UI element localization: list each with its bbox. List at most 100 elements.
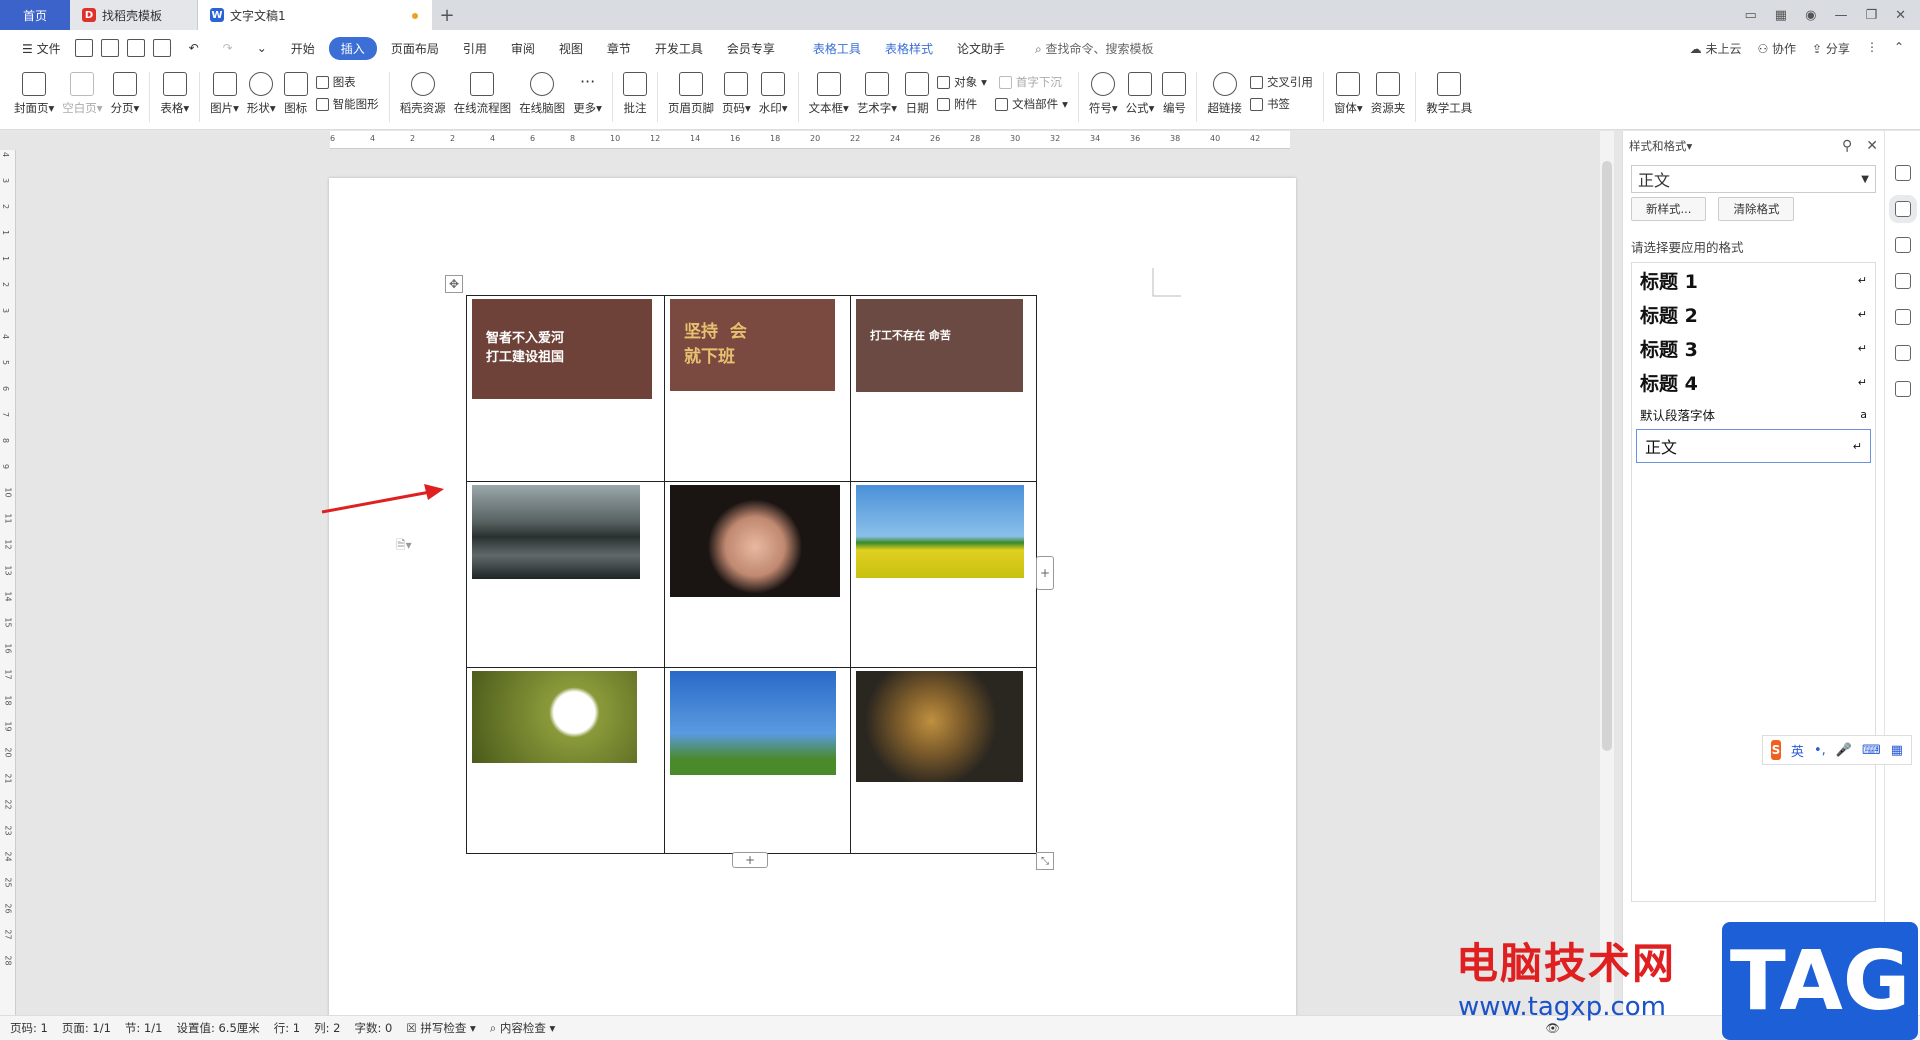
menu-member[interactable]: 会员专享: [717, 37, 785, 60]
command-search[interactable]: ⌕ 查找命令、搜索模板: [1035, 40, 1154, 57]
select-cursor-icon[interactable]: [1894, 237, 1911, 253]
collapse-ribbon-icon[interactable]: ⌃: [1894, 40, 1904, 57]
table-cell[interactable]: [850, 481, 1037, 668]
status-setting[interactable]: 设置值: 6.5厘米: [176, 1020, 259, 1036]
menu-developer[interactable]: 开发工具: [645, 37, 713, 60]
layout-icon[interactable]: ▭: [1745, 8, 1757, 23]
cell-image-leaves[interactable]: [856, 671, 1023, 782]
ime-language[interactable]: 英: [1791, 741, 1804, 760]
cell-image-portrait[interactable]: [670, 485, 840, 597]
resource-folder-button[interactable]: 资源夹: [1371, 66, 1405, 116]
share-button[interactable]: ⇪ 分享: [1812, 40, 1850, 57]
microphone-icon[interactable]: 🎤: [1836, 743, 1852, 758]
picture-button[interactable]: 图片▾: [210, 66, 239, 116]
textbox-button[interactable]: 文本框▾: [809, 66, 849, 116]
form-button[interactable]: 窗体▾: [1334, 66, 1363, 116]
cell-image-poster[interactable]: 智者不入爱河 打工建设祖国: [472, 299, 652, 399]
status-section[interactable]: 节: 1/1: [125, 1020, 163, 1036]
cover-page-button[interactable]: 封面页▾: [14, 66, 54, 116]
tab-template[interactable]: D 找稻壳模板: [70, 0, 198, 30]
ime-toolbar[interactable]: S 英 •, 🎤 ⌨ ▦: [1762, 735, 1912, 765]
style-normal[interactable]: 正文 ↵: [1636, 429, 1871, 463]
spell-check-toggle[interactable]: ☒ 拼写检查 ▾: [406, 1020, 475, 1036]
style-heading-4[interactable]: 标题 4 ↵: [1632, 365, 1875, 399]
formula-button[interactable]: 公式▾: [1126, 66, 1154, 116]
grid-icon[interactable]: ▦: [1775, 8, 1787, 23]
table-cell[interactable]: [664, 481, 851, 668]
mindmap-button[interactable]: 在线脑图: [519, 66, 565, 116]
new-tab-button[interactable]: +: [432, 0, 462, 30]
pin-icon[interactable]: ⚲: [1842, 138, 1852, 154]
table-cell[interactable]: [664, 667, 851, 854]
wordart-button[interactable]: 艺术字▾: [857, 66, 897, 116]
undo-icon[interactable]: ↶: [179, 38, 209, 58]
status-pages[interactable]: 页面: 1/1: [62, 1020, 111, 1036]
table-cell[interactable]: [466, 481, 665, 668]
style-default-font[interactable]: 默认段落字体 a: [1632, 399, 1875, 429]
panel-close-icon[interactable]: ✕: [1866, 138, 1878, 154]
status-col[interactable]: 列: 2: [314, 1020, 340, 1036]
hyperlink-button[interactable]: 超链接: [1207, 66, 1242, 116]
menu-review[interactable]: 审阅: [501, 37, 545, 60]
menu-view[interactable]: 视图: [549, 37, 593, 60]
icon-library-button[interactable]: 图标: [283, 66, 308, 116]
style-heading-1[interactable]: 标题 1 ↵: [1632, 263, 1875, 297]
docer-resource-button[interactable]: 稻壳资源: [400, 66, 446, 116]
cell-image-daisy[interactable]: [472, 671, 637, 763]
save-icon[interactable]: [74, 39, 93, 57]
minimize-icon[interactable]: —: [1834, 8, 1847, 23]
vertical-ruler[interactable]: 4 3 2 1 1 2 3 4 5 6 7 8 9 10 11 12 13 14 15 16 17 18 19 20 21 22 2…: [0, 150, 16, 1020]
cell-image-meadow[interactable]: [856, 485, 1024, 578]
table-move-handle-icon[interactable]: ✥: [445, 275, 463, 293]
watermark-button[interactable]: 水印▾: [759, 66, 788, 116]
table-button[interactable]: 表格▾: [160, 66, 189, 116]
smart-graphic-button[interactable]: 智能图形: [315, 96, 379, 112]
more-icon[interactable]: ⋮: [1866, 40, 1878, 57]
ime-punctuation[interactable]: •,: [1814, 743, 1826, 758]
style-heading-3[interactable]: 标题 3 ↵: [1632, 331, 1875, 365]
shape-button[interactable]: 形状▾: [247, 66, 276, 116]
cell-image-poster[interactable]: 坚持 会 就下班: [670, 299, 835, 391]
menu-paper-helper[interactable]: 论文助手: [947, 37, 1015, 60]
content-check-toggle[interactable]: ⌕ 内容检查 ▾: [490, 1020, 556, 1036]
table-cell[interactable]: [850, 667, 1037, 854]
horizontal-ruler[interactable]: 6 4 2 2 4 6 8 10 12 14 16 18 20 22 24 26 28 30 32 34 36 38 40 4…: [330, 131, 1290, 149]
image-table[interactable]: 智者不入爱河 打工建设祖国 坚持 会 就下班 打工不存在 命苦: [466, 295, 1037, 854]
chart-button[interactable]: 图表: [315, 74, 379, 90]
location-icon[interactable]: [1894, 345, 1911, 361]
menu-reference[interactable]: 引用: [453, 37, 497, 60]
teaching-tools-button[interactable]: 教学工具: [1426, 66, 1472, 116]
page-break-button[interactable]: 分页▾: [111, 66, 139, 116]
tab-home[interactable]: 首页: [0, 0, 70, 30]
page-number-button[interactable]: 页码▾: [722, 66, 751, 116]
table-resize-handle-icon[interactable]: ⤡: [1036, 852, 1054, 870]
bookmark-button[interactable]: 书签: [1249, 96, 1313, 112]
preview-icon[interactable]: [152, 39, 171, 57]
restore-icon[interactable]: ❐: [1865, 8, 1877, 23]
menu-table-style[interactable]: 表格样式: [875, 37, 943, 60]
cell-image-poster[interactable]: 打工不存在 命苦: [856, 299, 1023, 392]
style-brush-icon[interactable]: [1888, 195, 1917, 223]
keyboard-icon[interactable]: ⌨: [1862, 743, 1881, 758]
clear-format-button[interactable]: 清除格式: [1718, 197, 1795, 221]
collaborate-button[interactable]: ⚇ 协作: [1757, 40, 1796, 57]
quick-access-dropdown-icon[interactable]: ⌄: [247, 38, 277, 58]
new-style-button[interactable]: 新样式...: [1631, 197, 1707, 221]
file-menu[interactable]: ☰ 文件: [12, 37, 71, 60]
vertical-scrollbar[interactable]: [1600, 131, 1614, 1020]
header-footer-button[interactable]: 页眉页脚: [668, 66, 714, 116]
style-heading-2[interactable]: 标题 2 ↵: [1632, 297, 1875, 331]
numbering-button[interactable]: 编号: [1162, 66, 1187, 116]
symbol-button[interactable]: 符号▾: [1089, 66, 1118, 116]
table-cell[interactable]: [466, 667, 665, 854]
scrollbar-thumb[interactable]: [1602, 161, 1612, 751]
cell-image-lake[interactable]: [472, 485, 640, 579]
flowchart-button[interactable]: 在线流程图: [454, 66, 511, 116]
export-pdf-icon[interactable]: [100, 39, 119, 57]
table-cell[interactable]: 坚持 会 就下班: [664, 295, 851, 482]
blank-page-button[interactable]: 空白页▾: [62, 66, 103, 116]
paste-options-icon[interactable]: 🗎▾: [396, 536, 412, 557]
panel-title[interactable]: 样式和格式: [1629, 138, 1687, 154]
current-style-select[interactable]: 正文 ▼: [1631, 165, 1876, 193]
redo-icon[interactable]: ↷: [213, 38, 243, 58]
